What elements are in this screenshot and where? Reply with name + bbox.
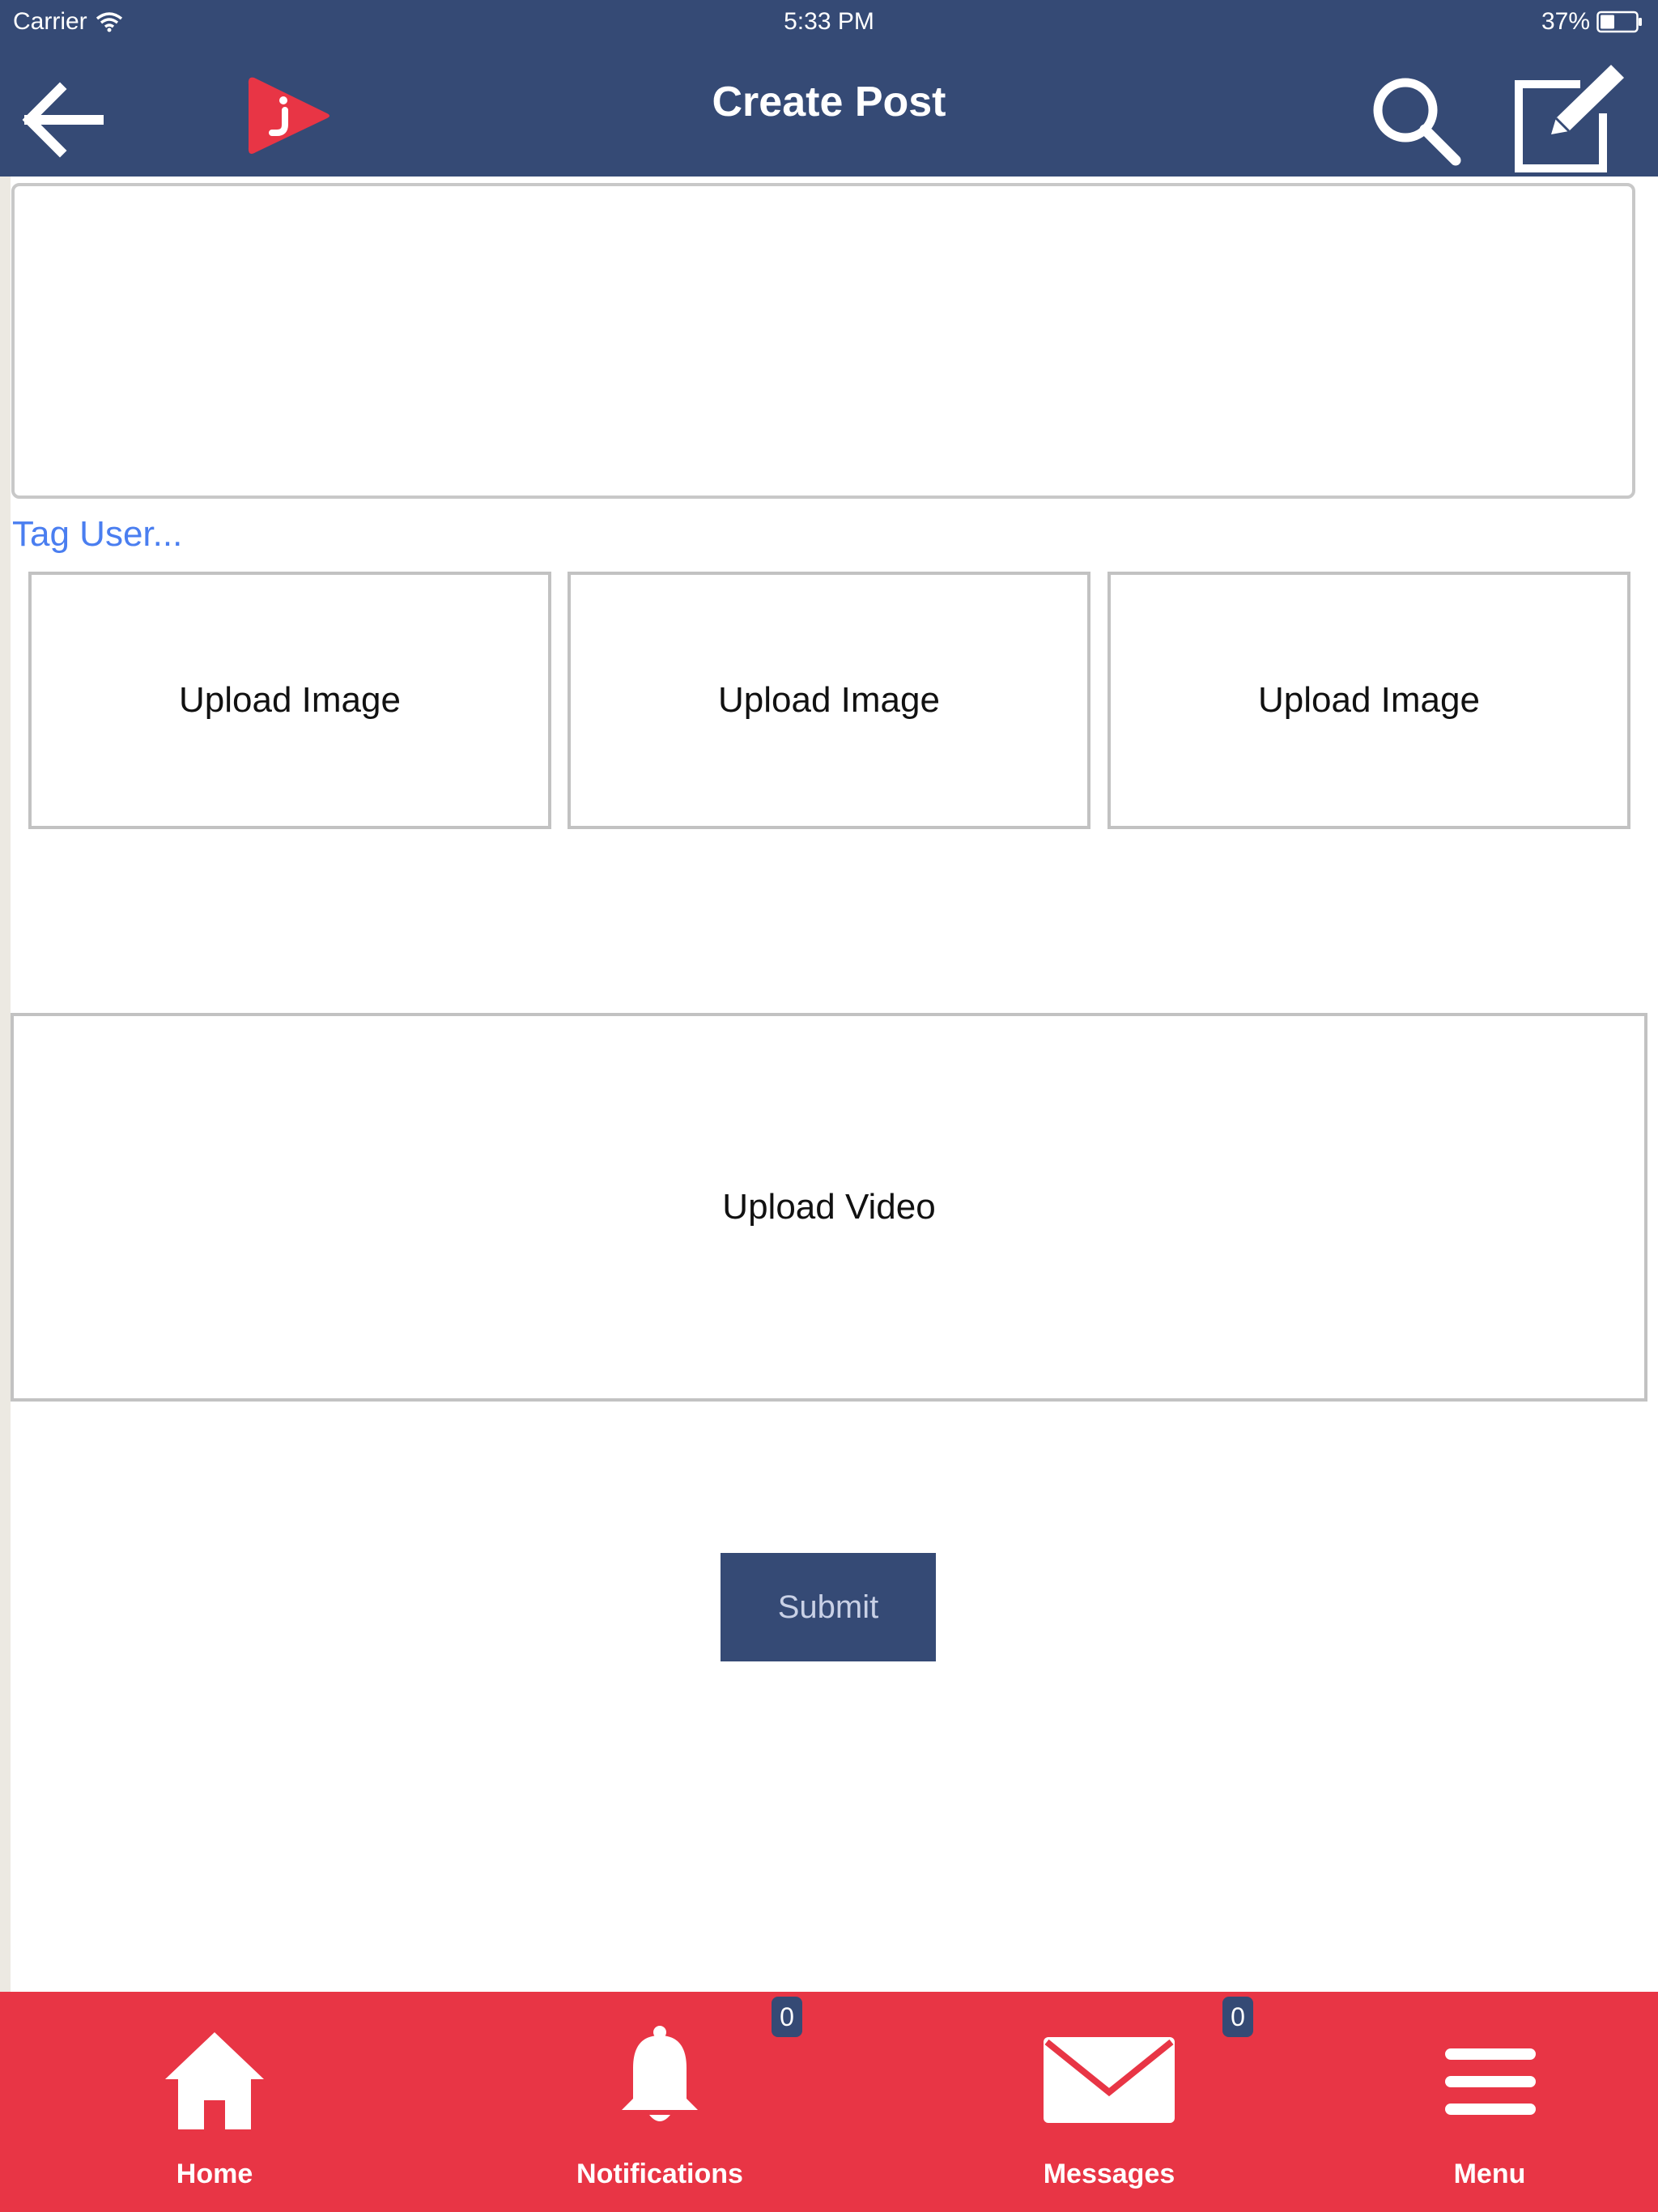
tab-home[interactable]: Home: [89, 1992, 340, 2212]
compose-button[interactable]: [1507, 60, 1629, 173]
messages-badge: 0: [1222, 1997, 1253, 2037]
tab-menu[interactable]: Menu: [1364, 1992, 1615, 2212]
tag-user-link[interactable]: Tag User...: [12, 514, 182, 555]
battery-percent: 37%: [1541, 8, 1590, 35]
tab-messages[interactable]: Messages: [984, 1992, 1235, 2212]
upload-image-button-1[interactable]: Upload Image: [28, 572, 551, 829]
nav-bar: Create Post: [0, 45, 1658, 177]
upload-image-label: Upload Image: [718, 680, 940, 720]
upload-image-button-3[interactable]: Upload Image: [1107, 572, 1630, 829]
upload-image-label: Upload Image: [179, 680, 401, 720]
tab-messages-label: Messages: [1043, 2159, 1175, 2189]
upload-video-button[interactable]: Upload Video: [11, 1013, 1647, 1402]
hamburger-menu-icon: [1445, 2048, 1536, 2115]
tab-menu-label: Menu: [1453, 2159, 1526, 2189]
tab-notifications[interactable]: Notifications: [534, 1992, 785, 2212]
envelope-icon: [1044, 2037, 1175, 2123]
bottom-tab-bar: Home Notifications Messages Menu: [0, 1992, 1658, 2212]
home-icon: [165, 2032, 264, 2129]
tab-notifications-label: Notifications: [576, 2159, 743, 2189]
battery-icon: [1596, 11, 1642, 33]
status-bar: Carrier 5:33 PM 37%: [0, 0, 1658, 45]
upload-image-button-2[interactable]: Upload Image: [568, 572, 1090, 829]
left-edge-strip: [0, 177, 11, 1992]
status-time: 5:33 PM: [784, 8, 874, 35]
submit-button[interactable]: Submit: [721, 1553, 936, 1661]
post-text-input[interactable]: [11, 183, 1635, 499]
search-icon: [1373, 78, 1461, 166]
notifications-badge: 0: [772, 1997, 802, 2037]
tab-home-label: Home: [176, 2159, 253, 2189]
upload-image-label: Upload Image: [1258, 680, 1480, 720]
search-button[interactable]: [1368, 73, 1464, 168]
compose-icon: [1515, 65, 1624, 172]
upload-video-label: Upload Video: [722, 1187, 936, 1227]
battery-indicator: 37%: [1541, 8, 1643, 36]
bell-icon: [622, 2026, 698, 2121]
